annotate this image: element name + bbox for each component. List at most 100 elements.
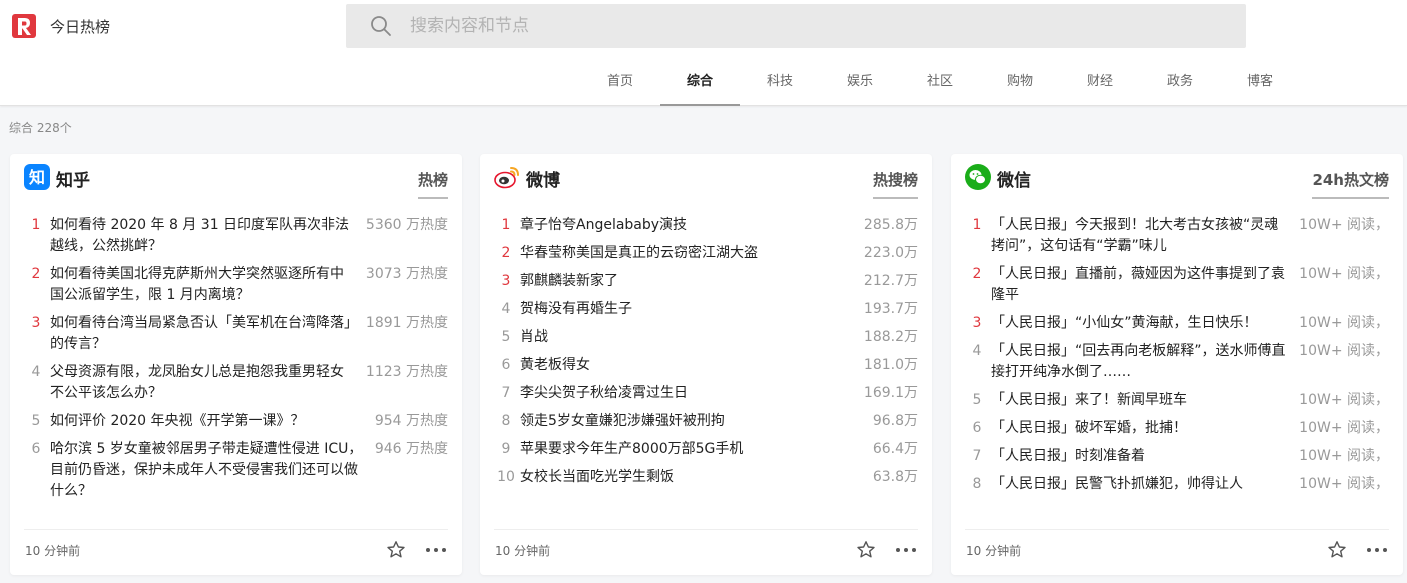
list-item[interactable]: 4 贺梅没有再婚生子 193.7万 (494, 299, 918, 320)
hot-list: 1 章子怡夸Angelababy演技 285.8万 2 华春莹称美国是真正的云窃密江湖… (494, 215, 918, 513)
item-title[interactable]: 苹果要求今年生产8000万部5G手机 (518, 439, 865, 460)
list-item[interactable]: 3 「人民日报」“小仙女”黄海献，生日快乐！ 10W+ 阅读， (965, 313, 1389, 334)
weibo-icon[interactable] (494, 164, 520, 190)
list-item[interactable]: 5 「人民日报」来了！新闻早班车 10W+ 阅读， (965, 390, 1389, 411)
hot-list: 1 如何看待 2020 年 8 月 31 日印度军队再次非法越线，公然挑衅？ 536… (24, 215, 448, 513)
zhihu-icon[interactable]: 知 (24, 164, 50, 190)
item-title[interactable]: 「人民日报」民警飞扑抓嫌犯，帅得让人 (989, 474, 1291, 495)
heat-value: 223.0万 (863, 245, 918, 261)
item-title[interactable]: 父母资源有限，龙凤胎女儿总是抱怨我重男轻女不公平该怎么办？ (48, 362, 358, 404)
heat-value: 1123 万热度 (365, 364, 448, 380)
more-icon[interactable] (1365, 540, 1389, 560)
item-title[interactable]: 「人民日报」“小仙女”黄海献，生日快乐！ (989, 313, 1291, 334)
list-item[interactable]: 6 黄老板得女 181.0万 (494, 355, 918, 376)
list-item[interactable]: 8 「人民日报」民警飞扑抓嫌犯，帅得让人 10W+ 阅读， (965, 474, 1389, 495)
list-item[interactable]: 1 「人民日报」今天报到！北大考古女孩被“灵魂拷问”，这句话有“学霸”味儿 10W+… (965, 215, 1389, 257)
rank-number: 5 (501, 329, 511, 345)
list-item[interactable]: 2 如何看待美国北得克萨斯州大学突然驱逐所有中国公派留学生，限 1 月内离境？ 30… (24, 264, 448, 306)
more-icon[interactable] (424, 540, 448, 560)
tab-entertainment[interactable]: 娱乐 (820, 60, 900, 106)
heat-value: 10W+ 阅读， (1299, 315, 1389, 331)
list-item[interactable]: 1 章子怡夸Angelababy演技 285.8万 (494, 215, 918, 236)
list-item[interactable]: 3 郭麒麟装新家了 212.7万 (494, 271, 918, 292)
source-name[interactable]: 知乎 (56, 166, 90, 191)
item-title[interactable]: 「人民日报」来了！新闻早班车 (989, 390, 1291, 411)
list-item[interactable]: 5 肖战 188.2万 (494, 327, 918, 348)
top-header: 今日热榜 首页 综合 科技 娱乐 社区 购物 财经 政务 博客 (0, 0, 1407, 106)
star-icon[interactable] (856, 540, 876, 560)
tab-home[interactable]: 首页 (580, 60, 660, 106)
item-title[interactable]: 如何看待美国北得克萨斯州大学突然驱逐所有中国公派留学生，限 1 月内离境？ (48, 264, 358, 306)
hot-list: 1 「人民日报」今天报到！北大考古女孩被“灵魂拷问”，这句话有“学霸”味儿 10W+… (965, 215, 1389, 513)
tab-hot-search[interactable]: 热搜榜 (872, 169, 918, 199)
item-title[interactable]: 「人民日报」时刻准备着 (989, 446, 1291, 467)
item-title[interactable]: 「人民日报」今天报到！北大考古女孩被“灵魂拷问”，这句话有“学霸”味儿 (989, 215, 1291, 257)
tab-blog[interactable]: 博客 (1220, 60, 1300, 106)
heat-value: 3073 万热度 (365, 266, 448, 282)
search-input[interactable] (410, 4, 1230, 48)
list-item[interactable]: 9 苹果要求今年生产8000万部5G手机 66.4万 (494, 439, 918, 460)
item-title[interactable]: 贺梅没有再婚生子 (518, 299, 856, 320)
search-icon[interactable] (370, 15, 392, 37)
list-item[interactable]: 2 华春莹称美国是真正的云窃密江湖大盗 223.0万 (494, 243, 918, 264)
item-title[interactable]: 肖战 (518, 327, 856, 348)
rank-number: 6 (501, 357, 511, 373)
item-title[interactable]: 郭麒麟装新家了 (518, 271, 856, 292)
category-nav: 首页 综合 科技 娱乐 社区 购物 财经 政务 博客 (580, 60, 1300, 106)
star-icon[interactable] (386, 540, 406, 560)
item-title[interactable]: 如何评价 2020 年央视《开学第一课》？ (48, 411, 367, 432)
heat-value: 285.8万 (863, 217, 918, 233)
update-time: 10 分钟前 (966, 544, 1022, 558)
list-item[interactable]: 3 如何看待台湾当局紧急否认「美军机在台湾降落」的传言？ 1891 万热度 (24, 313, 448, 355)
item-title[interactable]: 哈尔滨 5 岁女童被邻居男子带走疑遭性侵进 ICU，目前仍昏迷，保护未成年人不受… (48, 439, 367, 502)
heat-value: 181.0万 (863, 357, 918, 373)
list-item[interactable]: 10 女校长当面吃光学生剩饭 63.8万 (494, 467, 918, 488)
item-title[interactable]: 领走5岁女童嫌犯涉嫌强奸被刑拘 (518, 411, 865, 432)
item-title[interactable]: 如何看待 2020 年 8 月 31 日印度军队再次非法越线，公然挑衅？ (48, 215, 358, 257)
heat-value: 169.1万 (863, 385, 918, 401)
card-header: 微博 热搜榜 (494, 164, 918, 200)
tab-government[interactable]: 政务 (1140, 60, 1220, 106)
heat-value: 96.8万 (872, 413, 918, 429)
rank-number: 2 (501, 245, 511, 261)
tophub-logo-icon[interactable] (12, 14, 36, 38)
list-item[interactable]: 8 领走5岁女童嫌犯涉嫌强奸被刑拘 96.8万 (494, 411, 918, 432)
star-icon[interactable] (1327, 540, 1347, 560)
heat-value: 10W+ 阅读， (1299, 343, 1389, 359)
item-title[interactable]: 「人民日报」破坏军婚，批捕！ (989, 418, 1291, 439)
item-title[interactable]: 黄老板得女 (518, 355, 856, 376)
wechat-icon[interactable] (965, 164, 991, 190)
source-name[interactable]: 微博 (526, 166, 560, 191)
item-title[interactable]: 华春莹称美国是真正的云窃密江湖大盗 (518, 243, 856, 264)
list-item[interactable]: 6 「人民日报」破坏军婚，批捕！ 10W+ 阅读， (965, 418, 1389, 439)
svg-text:知: 知 (29, 168, 45, 187)
item-title[interactable]: 「人民日报」“回去再向老板解释”，送水师傅直接打开纯净水倒了…… (989, 341, 1291, 383)
list-item[interactable]: 5 如何评价 2020 年央视《开学第一课》？ 954 万热度 (24, 411, 448, 432)
search-bar[interactable] (346, 4, 1246, 48)
list-item[interactable]: 4 「人民日报」“回去再向老板解释”，送水师傅直接打开纯净水倒了…… 10W+ 阅读… (965, 341, 1389, 383)
tab-general[interactable]: 综合 (660, 60, 740, 106)
item-title[interactable]: 章子怡夸Angelababy演技 (518, 215, 856, 236)
tab-tech[interactable]: 科技 (740, 60, 820, 106)
source-name[interactable]: 微信 (997, 166, 1031, 191)
item-title[interactable]: 「人民日报」直播前，薇娅因为这件事提到了袁隆平 (989, 264, 1291, 306)
item-title[interactable]: 李尖尖贺子秋给凌霄过生日 (518, 383, 856, 404)
heat-value: 188.2万 (863, 329, 918, 345)
list-item[interactable]: 6 哈尔滨 5 岁女童被邻居男子带走疑遭性侵进 ICU，目前仍昏迷，保护未成年人不… (24, 439, 448, 502)
item-title[interactable]: 女校长当面吃光学生剩饭 (518, 467, 865, 488)
site-name[interactable]: 今日热榜 (50, 16, 110, 37)
tab-finance[interactable]: 财经 (1060, 60, 1140, 106)
list-item[interactable]: 7 「人民日报」时刻准备着 10W+ 阅读， (965, 446, 1389, 467)
tab-community[interactable]: 社区 (900, 60, 980, 106)
tab-hot-list[interactable]: 热榜 (417, 169, 448, 199)
list-item[interactable]: 2 「人民日报」直播前，薇娅因为这件事提到了袁隆平 10W+ 阅读， (965, 264, 1389, 306)
tab-24h-hot[interactable]: 24h热文榜 (1312, 169, 1389, 199)
more-icon[interactable] (894, 540, 918, 560)
card-header: 知 知乎 热榜 (24, 164, 448, 200)
tab-shopping[interactable]: 购物 (980, 60, 1060, 106)
list-item[interactable]: 4 父母资源有限，龙凤胎女儿总是抱怨我重男轻女不公平该怎么办？ 1123 万热度 (24, 362, 448, 404)
card-weibo: 微博 热搜榜 1 章子怡夸Angelababy演技 285.8万 2 华春莹称美国是真… (480, 154, 932, 575)
list-item[interactable]: 1 如何看待 2020 年 8 月 31 日印度军队再次非法越线，公然挑衅？ 536… (24, 215, 448, 257)
list-item[interactable]: 7 李尖尖贺子秋给凌霄过生日 169.1万 (494, 383, 918, 404)
item-title[interactable]: 如何看待台湾当局紧急否认「美军机在台湾降落」的传言？ (48, 313, 358, 355)
